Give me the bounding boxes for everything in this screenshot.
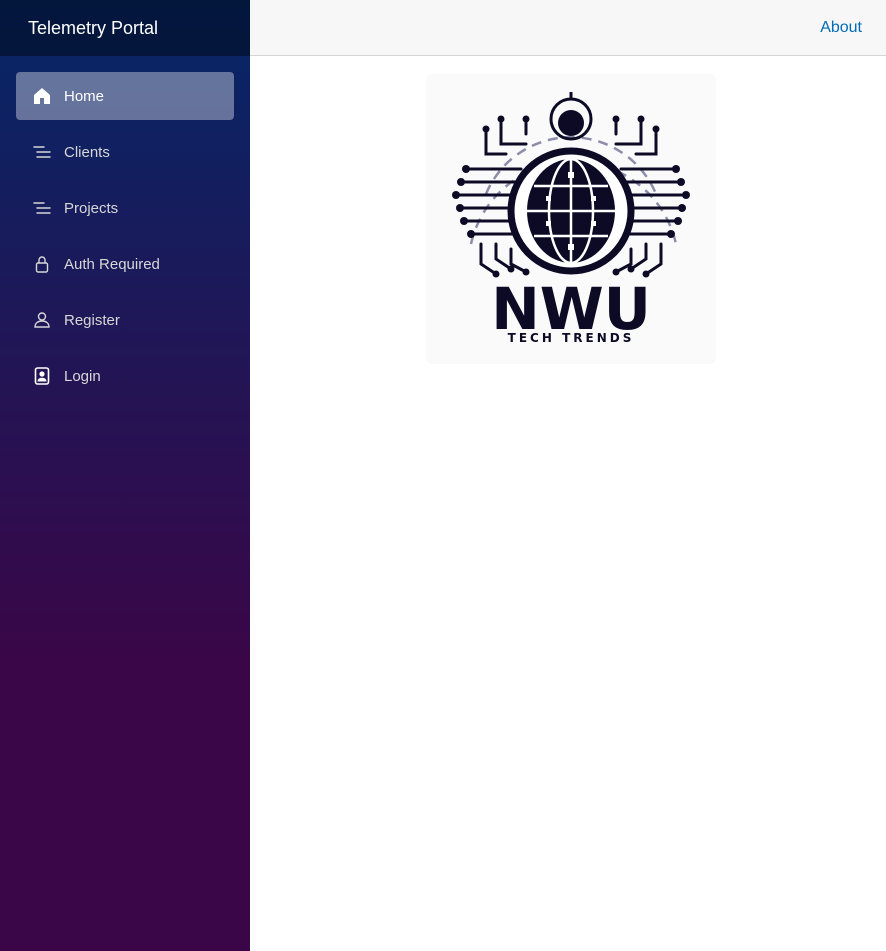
sidebar-brand: Telemetry Portal (0, 0, 250, 56)
main-content: NWU TECH TRENDS (250, 56, 886, 951)
sidebar: Telemetry Portal Home Clients Projects A… (0, 0, 250, 951)
sidebar-item-label: Auth Required (64, 255, 160, 273)
list-icon (32, 142, 52, 162)
sidebar-item-clients[interactable]: Clients (16, 128, 234, 176)
globe-circuit-logo-icon: NWU TECH TRENDS (452, 92, 690, 345)
person-icon (32, 310, 52, 330)
sidebar-item-auth-required[interactable]: Auth Required (16, 240, 234, 288)
nwu-logo: NWU TECH TRENDS (426, 74, 716, 364)
list-icon (32, 198, 52, 218)
about-link[interactable]: About (820, 19, 862, 37)
badge-icon (32, 366, 52, 386)
sidebar-item-login[interactable]: Login (16, 352, 234, 400)
lock-icon (32, 254, 52, 274)
sidebar-item-label: Projects (64, 199, 119, 217)
sidebar-item-projects[interactable]: Projects (16, 184, 234, 232)
top-bar: About (250, 0, 886, 56)
sidebar-item-label: Clients (64, 143, 110, 161)
home-icon (32, 86, 52, 106)
sidebar-item-register[interactable]: Register (16, 296, 234, 344)
sidebar-item-home[interactable]: Home (16, 72, 234, 120)
sidebar-item-label: Login (64, 367, 101, 385)
sidebar-item-label: Register (64, 311, 120, 329)
sidebar-item-label: Home (64, 87, 105, 105)
sidebar-nav: Home Clients Projects Auth Required Regi… (0, 56, 250, 400)
brand-title[interactable]: Telemetry Portal (28, 18, 158, 39)
logo-subtitle: TECH TRENDS (508, 331, 635, 345)
